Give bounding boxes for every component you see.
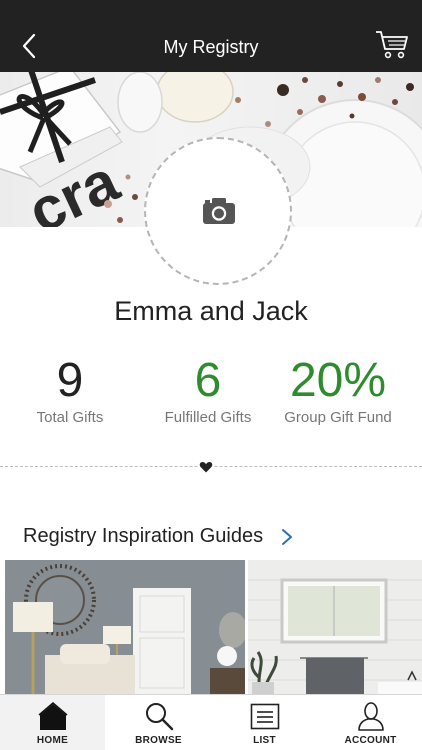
page-title: My Registry [163, 37, 259, 57]
bedroom-photo [5, 560, 245, 694]
total-gifts-value: 9 [56, 354, 84, 407]
person-icon [358, 702, 384, 731]
home-icon [38, 702, 68, 730]
group-gift-fund-label: Group Gift Fund [284, 409, 392, 426]
tab-browse[interactable]: BROWSE [106, 695, 211, 750]
group-gift-fund-value: 20% [289, 354, 387, 407]
search-icon [146, 703, 174, 731]
tab-home[interactable]: HOME [0, 695, 105, 750]
fulfilled-gifts-label: Fulfilled Gifts [164, 409, 252, 426]
total-gifts-label: Total Gifts [36, 409, 104, 426]
fulfilled-gifts-stat[interactable]: 6 Fulfilled Gifts [138, 354, 278, 427]
bathroom-photo [248, 560, 422, 694]
group-gift-fund-stat[interactable]: 20% Group Gift Fund [266, 354, 410, 427]
add-photo-button[interactable] [144, 137, 292, 285]
couple-name: Emma and Jack [114, 296, 308, 326]
guide-card-bedroom[interactable] [5, 560, 245, 694]
tab-list[interactable]: LIST [212, 695, 317, 750]
divider-heart [199, 460, 213, 474]
bottom-tab-bar: HOME BROWSE LIST ACCOUNT [0, 694, 422, 750]
chevron-right-icon[interactable] [280, 527, 294, 547]
shopping-cart-icon [376, 31, 408, 59]
tab-home-label: HOME [36, 735, 69, 746]
tab-browse-label: BROWSE [135, 735, 182, 746]
inspiration-guides-heading[interactable]: Registry Inspiration Guides [23, 525, 263, 548]
inspiration-guides-carousel[interactable] [0, 560, 422, 694]
navigation-bar: My Registry [0, 0, 422, 72]
tab-account-label: ACCOUNT [344, 735, 397, 746]
total-gifts-stat[interactable]: 9 Total Gifts [0, 354, 140, 427]
guide-card-bathroom[interactable] [248, 560, 422, 694]
cart-button[interactable] [374, 28, 410, 60]
tab-account[interactable]: ACCOUNT [318, 695, 422, 750]
tab-list-label: LIST [253, 735, 276, 746]
heart-icon [199, 462, 213, 473]
list-icon [250, 703, 280, 730]
camera-icon [203, 198, 235, 224]
fulfilled-gifts-value: 6 [194, 354, 222, 407]
